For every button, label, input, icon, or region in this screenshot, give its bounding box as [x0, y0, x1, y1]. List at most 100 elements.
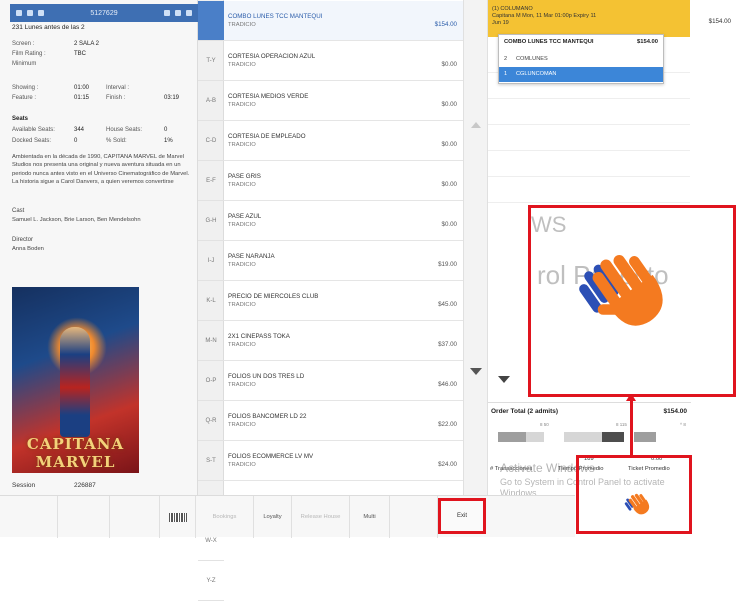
toolbar-slot-2[interactable]	[58, 496, 110, 538]
alphabet-index-item[interactable]: K-L	[198, 281, 224, 321]
waving-hand-icon	[579, 254, 663, 326]
alphabet-index-item[interactable]: S-T	[198, 441, 224, 481]
ticket-type-category: TRADICIO	[228, 422, 256, 428]
alphabet-index-item[interactable]: I-J	[198, 241, 224, 281]
minimum-label: Minimum	[12, 61, 37, 67]
alphabet-index-item[interactable]: Y-Z	[198, 561, 224, 601]
alphabet-index-item[interactable]: T-Y	[198, 41, 224, 81]
ticket-type-category: TRADICIO	[228, 62, 256, 68]
ticket-type-row[interactable]: CORTESIA OPERACION AZUL TRADICIO $0.00	[224, 41, 463, 81]
order-item-selected[interactable]: (1) COLUMANO Capitana M Mon, 11 Mar 01:0…	[488, 0, 690, 37]
ticket-type-name: CORTESIA MEDIOS VERDE	[228, 93, 309, 100]
order-scroll-down-icon[interactable]	[498, 376, 510, 383]
ticket-type-row[interactable]: COMBO LUNES TCC MANTEQUI TRADICIO $154.00	[224, 1, 463, 41]
window-controls[interactable]	[16, 10, 44, 16]
ticket-type-category: TRADICIO	[228, 342, 256, 348]
multi-button[interactable]: Multi	[350, 496, 390, 538]
showing-value: 01:00	[74, 85, 90, 91]
interval-label: Interval :	[106, 85, 130, 91]
ticket-type-category: TRADICIO	[228, 302, 256, 308]
small-waving-hand-icon[interactable]	[623, 490, 651, 518]
alphabet-index-item[interactable]: Q-R	[198, 401, 224, 441]
ticket-type-row[interactable]: PASE AZUL TRADICIO $0.00	[224, 201, 463, 241]
order-item-price: $154.00	[708, 18, 731, 25]
bookings-button[interactable]: Bookings	[196, 496, 254, 538]
order-total-label: Order Total (2 admits)	[491, 408, 559, 415]
ticket-type-price: $24.00	[438, 461, 457, 468]
ticket-type-category: TRADICIO	[228, 262, 256, 268]
film-rating-label: Film Rating :	[12, 51, 46, 57]
dropdown-option-qty: 1	[504, 71, 508, 77]
feature-label: Feature :	[12, 95, 37, 101]
ticket-type-category: TRADICIO	[228, 102, 256, 108]
session-value: 226887	[74, 482, 96, 489]
toolbar-slot-1[interactable]	[0, 496, 58, 538]
alphabet-index-item[interactable]: C-D	[198, 121, 224, 161]
alphabet-index-item[interactable]: G-H	[198, 201, 224, 241]
sold-percent-value: 1%	[164, 138, 173, 144]
ticket-type-price: $37.00	[438, 341, 457, 348]
ticket-type-category: TRADICIO	[228, 182, 256, 188]
order-item-title: (1) COLUMANO	[492, 6, 533, 12]
alphabet-index-item[interactable]: O-P	[198, 361, 224, 401]
alphabet-index-item[interactable]: A-B	[198, 81, 224, 121]
ticket-type-row[interactable]: 2X1 CINEPASS TOKA TRADICIO $37.00	[224, 321, 463, 361]
ticket-type-category: TRADICIO	[228, 22, 256, 28]
ticket-type-name: PASE NARANJA	[228, 253, 275, 260]
barcode-button[interactable]	[160, 496, 196, 538]
order-total-value: $154.00	[663, 408, 688, 415]
showing-label: Showing :	[12, 85, 39, 91]
ticket-type-row[interactable]: CORTESIA MEDIOS VERDE TRADICIO $0.00	[224, 81, 463, 121]
alphabet-index-item[interactable]: M-N	[198, 321, 224, 361]
dropdown-option-label: COMLUNES	[516, 56, 548, 62]
house-seats-value: 0	[164, 127, 168, 133]
scroll-up-arrow-icon[interactable]	[471, 122, 481, 128]
toolbar-slot-3[interactable]	[110, 496, 160, 538]
window-actions[interactable]	[163, 10, 192, 16]
toolbar-slot-empty[interactable]	[390, 496, 438, 538]
ticket-type-name: CORTESIA DE EMPLEADO	[228, 133, 306, 140]
ticket-type-row[interactable]: PASE GRIS TRADICIO $0.00	[224, 161, 463, 201]
hand-icon-highlight	[576, 455, 692, 534]
alphabet-index-item[interactable]: E-F	[198, 161, 224, 201]
ticket-type-row[interactable]: FOLIOS BANCOMER LD 22 TRADICIO $22.00	[224, 401, 463, 441]
zoomed-hand-callout: WS rol Panel to	[528, 205, 736, 397]
window-title-bar: 5127629	[10, 4, 198, 22]
ticket-type-category: TRADICIO	[228, 142, 256, 148]
film-rating-value: TBC	[74, 51, 86, 57]
barcode-icon	[168, 512, 187, 522]
dropdown-option-selected[interactable]: 1 CGLUNCOMAN	[499, 67, 663, 82]
dropdown-price: $154.00	[637, 39, 658, 45]
callout-arrow-line	[630, 398, 633, 455]
cast-names: Samuel L. Jackson, Brie Larson, Ben Mend…	[12, 217, 141, 223]
seats-heading: Seats	[12, 116, 29, 122]
showtime-header: 231 Lunes antes de las 2	[12, 24, 85, 31]
release-house-button[interactable]: Release House	[292, 496, 350, 538]
scroll-down-arrow-icon[interactable]	[470, 368, 482, 375]
ticket-type-row[interactable]: FOLIOS UN DOS TRES LD TRADICIO $46.00	[224, 361, 463, 401]
list-scrollbar[interactable]	[463, 0, 488, 495]
exit-button[interactable]: Exit	[438, 498, 486, 534]
ticket-type-row[interactable]: PASE NARANJA TRADICIO $19.00	[224, 241, 463, 281]
ticket-type-name: PRECIO DE MIERCOLES CLUB	[228, 293, 319, 300]
ticket-type-row[interactable]: CORTESIA DE EMPLEADO TRADICIO $0.00	[224, 121, 463, 161]
ticket-type-price: $0.00	[441, 61, 457, 68]
dropdown-option[interactable]: 2 COMLUNES	[499, 52, 663, 67]
ticket-type-row[interactable]: PRECIO DE MIERCOLES CLUB TRADICIO $45.00	[224, 281, 463, 321]
combo-dropdown[interactable]: COMBO LUNES TCC MANTEQUI $154.00 2 COMLUN…	[498, 34, 664, 84]
dropdown-option-qty: 2	[504, 56, 508, 62]
ticket-type-name: 2X1 CINEPASS TOKA	[228, 333, 290, 340]
ticket-type-price: $46.00	[438, 381, 457, 388]
ticket-type-name: CORTESIA OPERACION AZUL	[228, 53, 316, 60]
loyalty-button[interactable]: Loyalty	[254, 496, 292, 538]
seat-tick-1: 8 50	[540, 422, 549, 427]
docked-seats-value: 0	[74, 138, 78, 144]
poster-title: CAPITANA MARVEL	[26, 435, 125, 471]
session-label: Session	[12, 482, 36, 489]
ticket-type-row[interactable]: FOLIOS ECOMMERCE LV MV TRADICIO $24.00	[224, 441, 463, 481]
available-seats-label: Available Seats:	[12, 127, 55, 133]
alphabet-index: T-YA-BC-DE-FG-HI-JK-LM-NO-PQ-RS-TU-VW-XY…	[198, 0, 224, 601]
finish-value: 03:19	[164, 95, 180, 101]
ticket-type-category: TRADICIO	[228, 222, 256, 228]
alphabet-index-item[interactable]	[198, 1, 224, 41]
